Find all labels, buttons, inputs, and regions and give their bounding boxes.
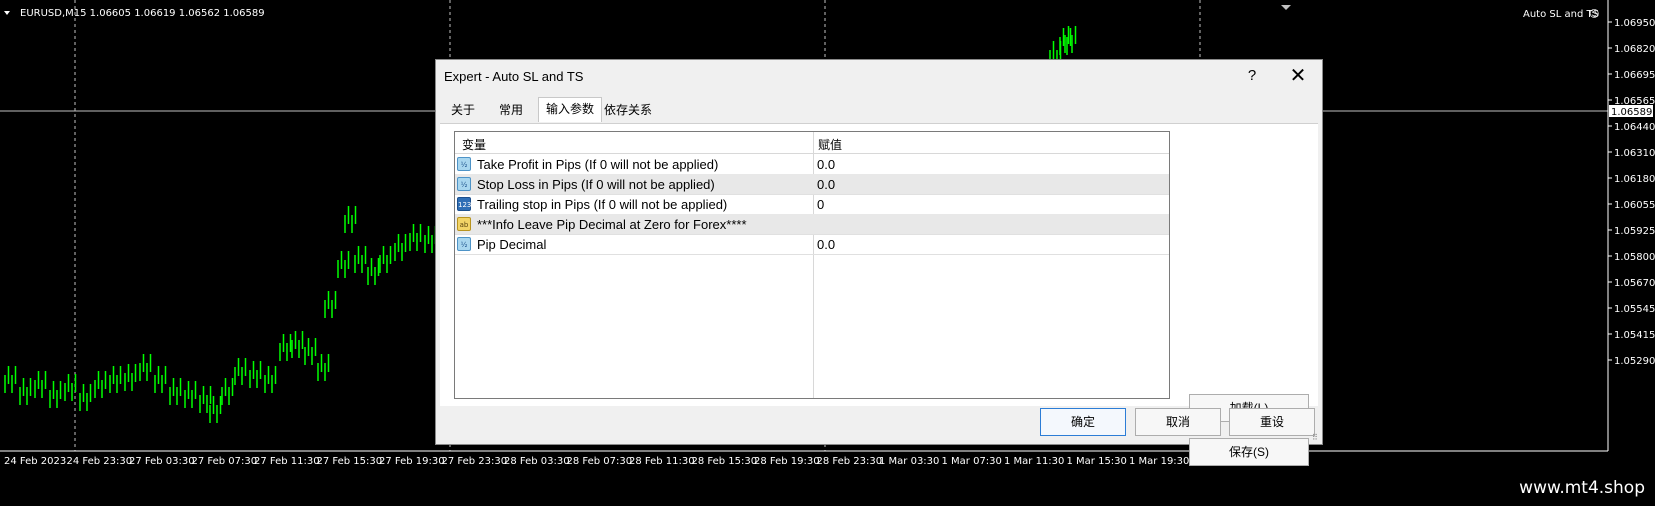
reset-button[interactable]: 重设 <box>1229 408 1315 436</box>
string-icon: ab <box>457 217 471 231</box>
time-tick-label: 28 Feb 19:30 <box>754 456 820 467</box>
parameters-table[interactable]: 变量 赋值 ½ Take Profit in Pips (If 0 will no… <box>454 131 1170 399</box>
time-tick-label: 1 Mar 19:30 <box>1129 456 1189 467</box>
time-tick-label: 27 Feb 19:30 <box>379 456 445 467</box>
ok-button[interactable]: 确定 <box>1040 408 1126 436</box>
parameter-name: Trailing stop in Pips (If 0 will not be … <box>477 197 728 212</box>
double-icon: ½ <box>457 177 471 191</box>
table-row[interactable]: 123 Trailing stop in Pips (If 0 will not … <box>455 194 1169 215</box>
time-axis: 24 Feb 2023 24 Feb 23:3027 Feb 03:3027 Fe… <box>4 456 1252 467</box>
price-tick-label: 1.05800 <box>1614 252 1655 263</box>
inputs-panel: 变量 赋值 ½ Take Profit in Pips (If 0 will no… <box>440 123 1318 466</box>
time-tick-label: 24 Feb 2023 <box>4 456 66 467</box>
parameter-value[interactable]: 0.0 <box>817 177 835 192</box>
tab-common[interactable]: 常用 <box>492 99 530 122</box>
help-button[interactable]: ? <box>1232 64 1272 88</box>
column-header-value[interactable]: 赋值 <box>818 136 842 153</box>
parameter-name: Take Profit in Pips (If 0 will not be ap… <box>477 157 719 172</box>
parameter-value[interactable]: 0.0 <box>817 237 835 252</box>
price-tick-label: 1.06310 <box>1614 148 1655 159</box>
price-tick-label: 1.05290 <box>1614 356 1655 367</box>
time-tick-label: 1 Mar 11:30 <box>1004 456 1064 467</box>
watermark: www.mt4.shop <box>1519 478 1645 498</box>
price-tick-label: 1.06695 <box>1614 70 1655 81</box>
price-axis: 1.069501.068201.066951.065651.064401.063… <box>1608 18 1655 367</box>
time-tick-label: 27 Feb 11:30 <box>254 456 320 467</box>
dialog-title: Expert - Auto SL and TS <box>444 69 584 84</box>
parameter-value[interactable]: 0.0 <box>817 157 835 172</box>
current-price-label: 1.06589 <box>1611 107 1652 118</box>
price-tick-label: 1.06055 <box>1614 200 1655 211</box>
price-tick-label: 1.05925 <box>1614 226 1655 237</box>
smiley-icon: ☺ <box>1589 9 1599 20</box>
tab-dependencies[interactable]: 依存关系 <box>597 99 659 122</box>
time-tick-label: 1 Mar 07:30 <box>942 456 1002 467</box>
tab-about[interactable]: 关于 <box>444 99 482 122</box>
time-tick-label: 28 Feb 11:30 <box>629 456 695 467</box>
price-tick-label: 1.06440 <box>1614 122 1655 133</box>
price-tick-label: 1.06950 <box>1614 18 1655 29</box>
time-tick-label: 28 Feb 15:30 <box>692 456 758 467</box>
int-icon: 123 <box>457 197 471 211</box>
parameter-value[interactable]: 0 <box>817 197 824 212</box>
price-tick-label: 1.05545 <box>1614 304 1655 315</box>
column-header-variable[interactable]: 变量 <box>462 136 486 153</box>
time-tick-label: 24 Feb 23:30 <box>67 456 133 467</box>
ea-label: Auto SL and TS <box>1523 9 1599 20</box>
time-tick-label: 27 Feb 15:30 <box>317 456 383 467</box>
double-icon: ½ <box>457 157 471 171</box>
price-tick-label: 1.05670 <box>1614 278 1655 289</box>
tab-inputs[interactable]: 输入参数 <box>538 97 603 122</box>
parameter-name: ***Info Leave Pip Decimal at Zero for Fo… <box>477 217 747 232</box>
shift-marker-icon[interactable] <box>1281 5 1291 10</box>
table-row[interactable]: ½ Take Profit in Pips (If 0 will not be a… <box>455 154 1169 175</box>
table-row[interactable]: ½ Pip Decimal 0.0 <box>455 234 1169 255</box>
time-tick-label: 1 Mar 15:30 <box>1067 456 1127 467</box>
price-tick-label: 1.06180 <box>1614 174 1655 185</box>
expert-properties-dialog: Expert - Auto SL and TS ? ✕ 关于 常用 输入参数 依… <box>435 59 1323 466</box>
save-button[interactable]: 保存(S) <box>1189 438 1309 466</box>
time-tick-label: 28 Feb 03:30 <box>504 456 570 467</box>
price-tick-label: 1.06820 <box>1614 44 1655 55</box>
resize-grip-icon[interactable]: ⠿ <box>1312 434 1320 442</box>
symbol-label: EURUSD,M15 1.06605 1.06619 1.06562 1.065… <box>20 8 265 19</box>
time-tick-label: 1 Mar 03:30 <box>879 456 939 467</box>
price-tick-label: 1.05415 <box>1614 330 1655 341</box>
double-icon: ½ <box>457 237 471 251</box>
table-row[interactable]: ½ Stop Loss in Pips (If 0 will not be app… <box>455 174 1169 195</box>
table-header: 变量 赋值 <box>455 132 1169 154</box>
parameter-name: Pip Decimal <box>477 237 547 252</box>
cancel-button[interactable]: 取消 <box>1135 408 1221 436</box>
symbol-dropdown-icon[interactable] <box>4 11 10 15</box>
close-button[interactable]: ✕ <box>1278 64 1318 88</box>
time-tick-label: 27 Feb 23:30 <box>442 456 508 467</box>
time-tick-label: 27 Feb 03:30 <box>129 456 195 467</box>
table-row[interactable]: ab ***Info Leave Pip Decimal at Zero for … <box>455 214 1169 235</box>
time-tick-label: 28 Feb 23:30 <box>817 456 883 467</box>
parameter-name: Stop Loss in Pips (If 0 will not be appl… <box>477 177 715 192</box>
dialog-titlebar[interactable]: Expert - Auto SL and TS ? ✕ <box>436 60 1322 92</box>
time-tick-label: 28 Feb 07:30 <box>567 456 633 467</box>
time-tick-label: 27 Feb 07:30 <box>192 456 258 467</box>
